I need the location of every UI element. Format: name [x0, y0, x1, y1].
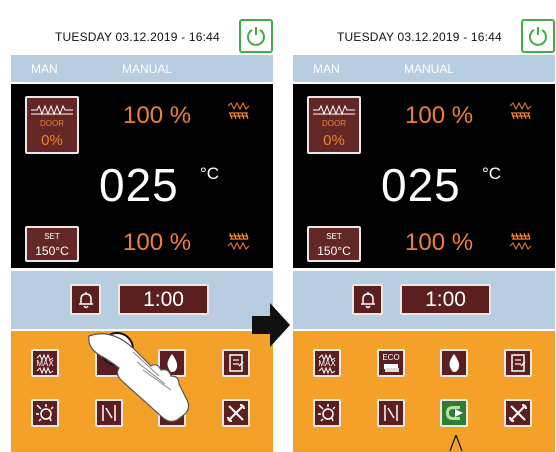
heating-element-icon: [509, 102, 532, 120]
heating-element-icon: [227, 102, 250, 120]
mode-bar: MAN MANUAL: [11, 55, 273, 82]
max-button[interactable]: MAX: [313, 349, 341, 377]
alarm-button[interactable]: [70, 284, 101, 315]
setpoint-button[interactable]: SET 150°C: [25, 226, 79, 262]
top-bar: TUESDAY 03.12.2019 - 16:44: [11, 8, 273, 53]
timer-bar: 1:00: [293, 271, 555, 329]
door-button[interactable]: DOOR 0%: [25, 96, 79, 154]
max-label: MAX: [36, 359, 54, 368]
recipe-button[interactable]: [504, 349, 532, 377]
mode-short: MAN: [31, 62, 58, 76]
timer-display[interactable]: 1:00: [118, 284, 209, 315]
wave-icon: [31, 104, 73, 116]
mode-short: MAN: [313, 62, 340, 76]
fan-percent: 100 %: [123, 229, 192, 256]
setpoint-value: 150°C: [35, 244, 69, 258]
wave-icon: [313, 104, 355, 116]
cleaning-icon: [384, 405, 398, 421]
mode-bar: MAN MANUAL: [293, 55, 555, 82]
temperature-unit: °C: [200, 164, 220, 183]
bell-icon: [79, 292, 93, 309]
lamp-icon: [36, 404, 54, 422]
power-button[interactable]: [521, 19, 555, 53]
recipe-book-icon: [229, 354, 244, 372]
door-value: 0%: [41, 132, 63, 149]
mode-long: MANUAL: [404, 62, 455, 76]
eco-fan-button[interactable]: [440, 399, 468, 427]
top-bar: TUESDAY 03.12.2019 - 16:44: [293, 8, 555, 53]
function-buttons: MAX ECO: [293, 331, 555, 452]
recipe-book-icon: [511, 354, 526, 372]
status-display: DOOR 0% 100 % 025 °C SET 150°C 100 %: [11, 84, 273, 268]
recipe-button[interactable]: [222, 349, 250, 377]
light-button[interactable]: [31, 399, 59, 427]
humidity-percent: 100 %: [123, 102, 192, 129]
screen-before: TUESDAY 03.12.2019 - 16:44 MAN MANUAL DO…: [11, 0, 273, 452]
setpoint-label: SET: [44, 232, 60, 241]
heating-element-icon: [227, 232, 250, 250]
humidity-percent: 100 %: [405, 102, 474, 129]
status-display: DOOR 0% 100 % 025 °C SET 150°C 100 %: [293, 84, 555, 268]
screen-after: TUESDAY 03.12.2019 - 16:44 MAN MANUAL DO…: [293, 0, 555, 452]
datetime: TUESDAY 03.12.2019 - 16:44: [337, 30, 502, 44]
setpoint-value: 150°C: [317, 244, 351, 258]
lamp-icon: [318, 404, 336, 422]
arrow-right-icon: [252, 303, 290, 347]
power-icon: [529, 27, 547, 46]
door-label: DOOR: [322, 119, 346, 128]
clean-button[interactable]: [377, 399, 405, 427]
light-button[interactable]: [313, 399, 341, 427]
flame-icon: [449, 354, 460, 372]
setpoint-label: SET: [326, 232, 342, 241]
power-icon: [247, 27, 265, 46]
door-button[interactable]: DOOR 0%: [307, 96, 361, 154]
fan-percent: 100 %: [405, 229, 474, 256]
door-label: DOOR: [40, 119, 64, 128]
tools-icon: [509, 404, 527, 422]
door-value: 0%: [323, 132, 345, 149]
heating-element-icon: [509, 232, 532, 250]
pointer-arrow-icon: [449, 434, 463, 452]
tools-icon: [227, 404, 245, 422]
bell-icon: [361, 292, 375, 309]
max-button[interactable]: MAX: [31, 349, 59, 377]
datetime: TUESDAY 03.12.2019 - 16:44: [55, 30, 220, 44]
eco-fan-icon: [446, 406, 463, 420]
eco-button[interactable]: ECO: [377, 349, 405, 377]
temperature-unit: °C: [482, 164, 502, 183]
setpoint-button[interactable]: SET 150°C: [307, 226, 361, 262]
timer-display[interactable]: 1:00: [400, 284, 491, 315]
hand-pointer-icon: A: [88, 332, 190, 422]
temperature-value: 025: [99, 159, 179, 211]
money-icon: [384, 364, 399, 372]
max-label: MAX: [318, 359, 336, 368]
mode-long: MANUAL: [122, 62, 173, 76]
power-button[interactable]: [239, 19, 273, 53]
tools-button[interactable]: [222, 399, 250, 427]
temperature-value: 025: [381, 159, 461, 211]
alarm-button[interactable]: [352, 284, 383, 315]
tools-button[interactable]: [504, 399, 532, 427]
flame-button[interactable]: [440, 349, 468, 377]
